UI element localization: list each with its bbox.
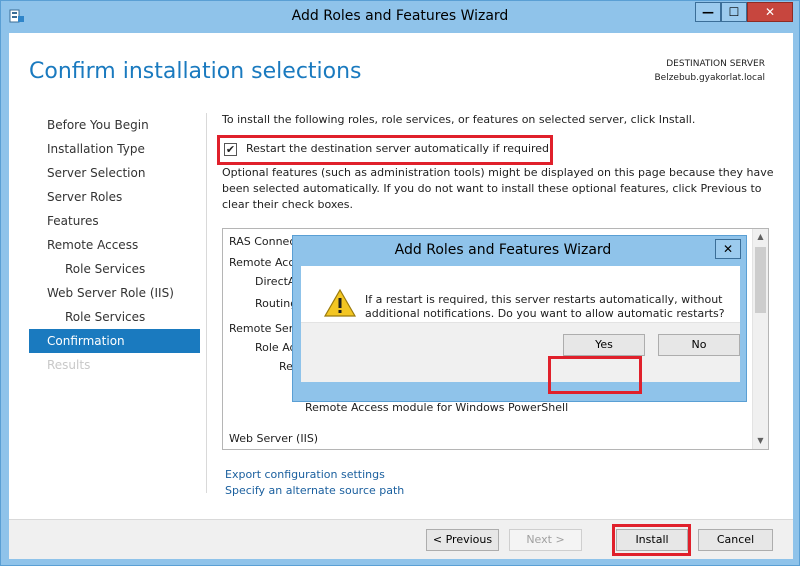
export-configuration-link[interactable]: Export configuration settings	[225, 468, 385, 481]
alternate-source-link[interactable]: Specify an alternate source path	[225, 484, 404, 497]
destination-server-name: Belzebub.gyakorlat.local	[654, 73, 766, 83]
warning-icon	[323, 288, 357, 317]
window-title: Add Roles and Features Wizard	[291, 8, 509, 24]
nav-item-server-selection[interactable]: Server Selection	[29, 161, 200, 185]
content-pane: To install the following roles, role ser…	[217, 113, 777, 211]
destination-server-label: DESTINATION SERVER	[666, 59, 765, 69]
dialog-title: Add Roles and Features Wizard	[394, 242, 612, 258]
page-title: Confirm installation selections	[29, 59, 362, 84]
list-item: RAS Connec	[229, 235, 296, 248]
scroll-thumb[interactable]	[755, 247, 766, 313]
previous-button[interactable]: < Previous	[426, 529, 499, 551]
list-item: Role Ad	[255, 341, 297, 354]
nav-item-web-server-role[interactable]: Web Server Role (IIS)	[29, 281, 200, 305]
close-button[interactable]: ✕	[747, 2, 793, 22]
list-item: DirectA	[255, 275, 296, 288]
yes-highlight-box	[548, 356, 642, 394]
list-scrollbar[interactable]: ▲ ▼	[752, 229, 768, 449]
nav-divider	[206, 113, 207, 493]
yes-button[interactable]: Yes	[563, 334, 645, 356]
cancel-button[interactable]: Cancel	[698, 529, 773, 551]
restart-confirmation-dialog: Add Roles and Features Wizard ✕ If a res…	[292, 235, 747, 402]
install-highlight-box	[612, 524, 691, 556]
wizard-window: Add Roles and Features Wizard — ☐ ✕ Conf…	[0, 0, 800, 566]
nav-item-confirmation[interactable]: Confirmation	[29, 329, 200, 353]
list-item: Routing	[255, 297, 298, 310]
list-item: Re	[279, 360, 293, 373]
nav-item-features[interactable]: Features	[29, 209, 200, 233]
nav-item-results: Results	[47, 358, 91, 372]
dialog-button-bar: Yes No	[301, 322, 740, 382]
dialog-message: If a restart is required, this server re…	[365, 293, 725, 320]
optional-features-text: Optional features (such as administratio…	[222, 166, 774, 211]
list-item: Remote Acc	[229, 256, 295, 269]
list-item: Web Server (IIS)	[229, 432, 319, 445]
scroll-up-icon[interactable]: ▲	[753, 229, 768, 245]
no-button[interactable]: No	[658, 334, 740, 356]
minimize-button[interactable]: —	[695, 2, 721, 22]
nav-item-server-roles[interactable]: Server Roles	[29, 185, 200, 209]
scroll-down-icon[interactable]: ▼	[753, 433, 768, 449]
nav-item-role-services-iis[interactable]: Role Services	[29, 305, 200, 329]
list-item: Remote Ser	[229, 322, 294, 335]
title-bar[interactable]: Add Roles and Features Wizard — ☐ ✕	[1, 1, 799, 33]
intro-text: To install the following roles, role ser…	[222, 113, 696, 126]
dialog-close-button[interactable]: ✕	[715, 239, 741, 259]
nav-item-before-you-begin[interactable]: Before You Begin	[29, 113, 200, 137]
nav-item-remote-access[interactable]: Remote Access	[29, 233, 200, 257]
wizard-nav: Before You Begin Installation Type Serve…	[29, 113, 200, 377]
list-item: Remote Access module for Windows PowerSh…	[305, 401, 569, 414]
next-button: Next >	[509, 529, 582, 551]
maximize-button[interactable]: ☐	[721, 2, 747, 22]
nav-item-installation-type[interactable]: Installation Type	[29, 137, 200, 161]
nav-item-role-services[interactable]: Role Services	[29, 257, 200, 281]
restart-highlight-box	[217, 135, 553, 165]
